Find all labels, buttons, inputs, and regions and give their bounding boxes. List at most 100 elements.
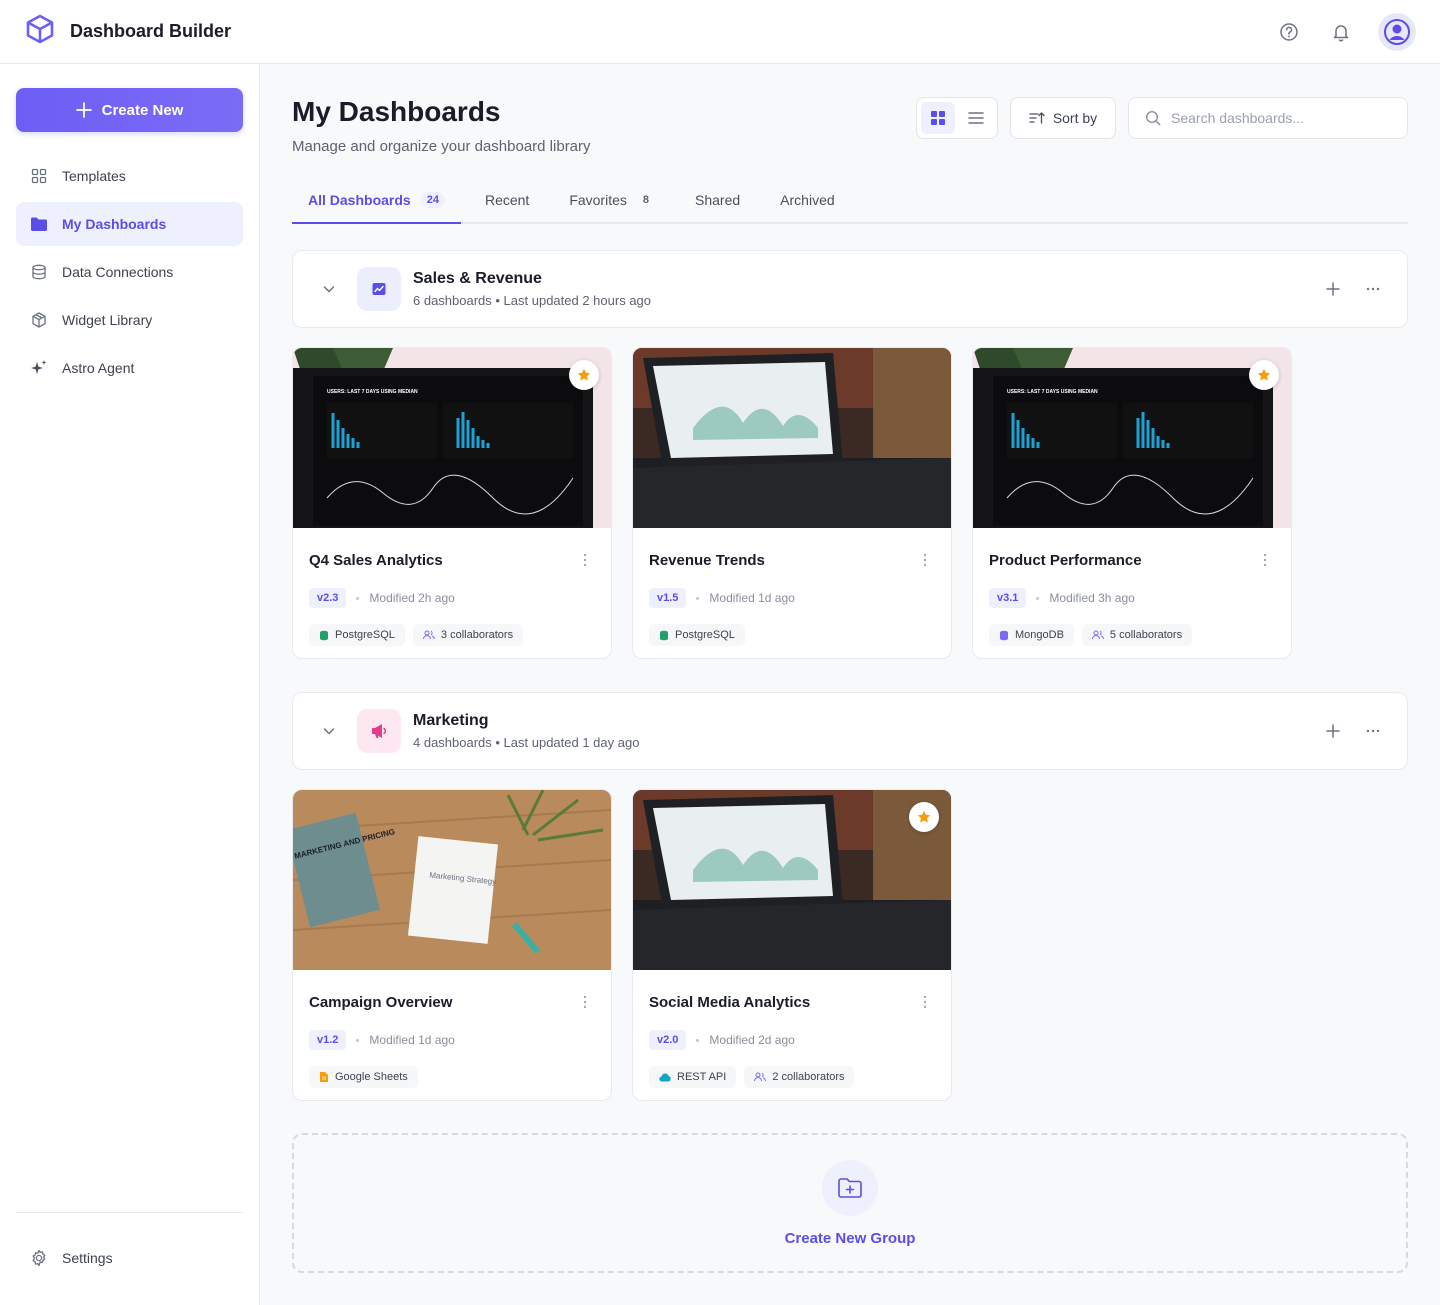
gear-icon <box>30 1249 48 1267</box>
list-view-icon <box>968 112 984 124</box>
folder-plus-icon <box>822 1159 878 1216</box>
database-icon <box>320 630 328 640</box>
card-title: Product Performance <box>989 551 1142 569</box>
tab-label: Archived <box>780 192 835 208</box>
favorite-star-icon[interactable] <box>1249 360 1279 390</box>
sidebar-nav: Templates My Dashboards Data Connections… <box>16 154 243 390</box>
sort-icon <box>1029 112 1045 124</box>
help-icon[interactable] <box>1274 17 1304 47</box>
page-title: My Dashboards <box>292 96 501 127</box>
dashboard-card[interactable]: MARKETING AND PRICING Marketing Strategy… <box>292 789 612 1101</box>
top-bar: Dashboard Builder <box>0 0 1440 64</box>
more-horizontal-icon <box>1366 729 1380 733</box>
sidebar-item-label: Settings <box>62 1250 113 1266</box>
data-source-tag: Google Sheets <box>309 1066 418 1088</box>
data-source-tag: REST API <box>649 1066 737 1088</box>
create-new-label: Create New <box>101 101 184 119</box>
group-header-marketing: Marketing 4 dashboards • Last updated 1 … <box>292 692 1408 770</box>
tab-label: Shared <box>695 192 741 208</box>
tab-shared[interactable]: Shared <box>679 192 756 222</box>
plus-icon <box>1326 724 1340 738</box>
dashboard-thumbnail: USERS: LAST 7 DAYS USING MEDIAN <box>973 348 1291 528</box>
sidebar-item-my-dashboards[interactable]: My Dashboards <box>16 202 243 246</box>
version-badge: v2.3 <box>309 588 347 608</box>
card-menu-button[interactable] <box>1255 550 1275 570</box>
users-icon <box>1091 630 1104 640</box>
card-title: Social Media Analytics <box>649 993 811 1011</box>
create-new-group-button[interactable]: Create New Group <box>292 1133 1408 1273</box>
sidebar-item-label: Data Connections <box>62 264 174 280</box>
user-avatar[interactable] <box>1378 12 1416 51</box>
tab-all-dashboards[interactable]: All Dashboards 24 <box>292 192 461 224</box>
group-more-button[interactable] <box>1359 275 1387 303</box>
sidebar-item-templates[interactable]: Templates <box>16 154 243 198</box>
sidebar-item-label: Widget Library <box>62 312 153 328</box>
tab-label: All Dashboards <box>308 192 411 208</box>
sidebar-item-data-connections[interactable]: Data Connections <box>16 250 243 294</box>
tab-count-badge: 8 <box>642 194 650 206</box>
more-horizontal-icon <box>1366 287 1380 291</box>
users-icon <box>754 1072 767 1082</box>
sidebar-item-settings[interactable]: Settings <box>16 1236 243 1280</box>
megaphone-icon <box>357 709 401 753</box>
add-dashboard-button[interactable] <box>1319 717 1347 745</box>
favorite-star-icon[interactable] <box>569 360 599 390</box>
sidebar-item-astro-agent[interactable]: Astro Agent <box>16 346 243 390</box>
modified-text: Modified 1d ago <box>369 1033 455 1047</box>
sparkle-icon <box>30 359 48 377</box>
card-menu-button[interactable] <box>915 992 935 1012</box>
cube-icon <box>30 311 48 329</box>
data-source-tag: MongoDB <box>989 624 1074 646</box>
create-new-button[interactable]: Create New <box>16 88 243 132</box>
card-title: Campaign Overview <box>309 993 453 1011</box>
tab-recent[interactable]: Recent <box>469 192 545 222</box>
dashboard-thumbnail: MARKETING AND PRICING Marketing Strategy <box>293 790 611 970</box>
dashboard-card[interactable]: USERS: LAST 7 DAYS USING MEDIAN Q4 Sales… <box>292 347 612 659</box>
sidebar-item-label: Templates <box>62 168 126 184</box>
version-badge: v3.1 <box>989 588 1027 608</box>
collapse-group-button[interactable] <box>313 273 345 305</box>
more-vertical-icon <box>1263 553 1267 567</box>
more-vertical-icon <box>923 995 927 1009</box>
sidebar-item-widget-library[interactable]: Widget Library <box>16 298 243 342</box>
more-vertical-icon <box>583 995 587 1009</box>
favorite-star-icon[interactable] <box>909 802 939 832</box>
card-menu-button[interactable] <box>915 550 935 570</box>
group-meta: 4 dashboards • Last updated 1 day ago <box>413 735 640 750</box>
search-icon <box>1145 110 1161 126</box>
sort-by-button[interactable]: Sort by <box>1010 97 1116 139</box>
dashboard-card[interactable]: USERS: LAST 7 DAYS USING MEDIAN Product … <box>972 347 1292 659</box>
card-menu-button[interactable] <box>575 550 595 570</box>
grid-view-button[interactable] <box>921 102 955 134</box>
page-subtitle: Manage and organize your dashboard libra… <box>292 138 591 155</box>
dashboard-card[interactable]: Social Media Analytics v2.0 Modified 2d … <box>632 789 952 1101</box>
data-source-tag: PostgreSQL <box>309 624 405 646</box>
app-logo[interactable]: Dashboard Builder <box>24 13 231 50</box>
group-more-button[interactable] <box>1359 717 1387 745</box>
card-menu-button[interactable] <box>575 992 595 1012</box>
sidebar-divider <box>16 1212 243 1213</box>
folder-icon <box>30 215 48 233</box>
dashboard-card[interactable]: Revenue Trends v1.5 Modified 1d ago Post… <box>632 347 952 659</box>
bell-icon[interactable] <box>1326 17 1356 47</box>
add-dashboard-button[interactable] <box>1319 275 1347 303</box>
search-input[interactable] <box>1171 110 1391 126</box>
version-badge: v1.5 <box>649 588 687 608</box>
version-badge: v1.2 <box>309 1030 347 1050</box>
modified-text: Modified 2h ago <box>369 591 455 605</box>
tab-favorites[interactable]: Favorites 8 <box>553 192 671 222</box>
database-icon <box>660 630 668 640</box>
cube-logo-icon <box>24 13 56 50</box>
group-name: Sales & Revenue <box>413 270 542 287</box>
more-vertical-icon <box>923 553 927 567</box>
app-title: Dashboard Builder <box>70 21 232 41</box>
list-view-button[interactable] <box>959 102 993 134</box>
dashboard-thumbnail: USERS: LAST 7 DAYS USING MEDIAN <box>293 348 611 528</box>
collapse-group-button[interactable] <box>313 715 345 747</box>
meta-separator <box>696 1038 700 1042</box>
monitor-header-text: USERS: LAST 7 DAYS USING MEDIAN <box>327 389 418 395</box>
group-meta: 6 dashboards • Last updated 2 hours ago <box>413 293 652 308</box>
meta-separator <box>356 596 360 600</box>
tab-archived[interactable]: Archived <box>764 192 850 222</box>
sidebar-item-label: My Dashboards <box>62 216 167 232</box>
